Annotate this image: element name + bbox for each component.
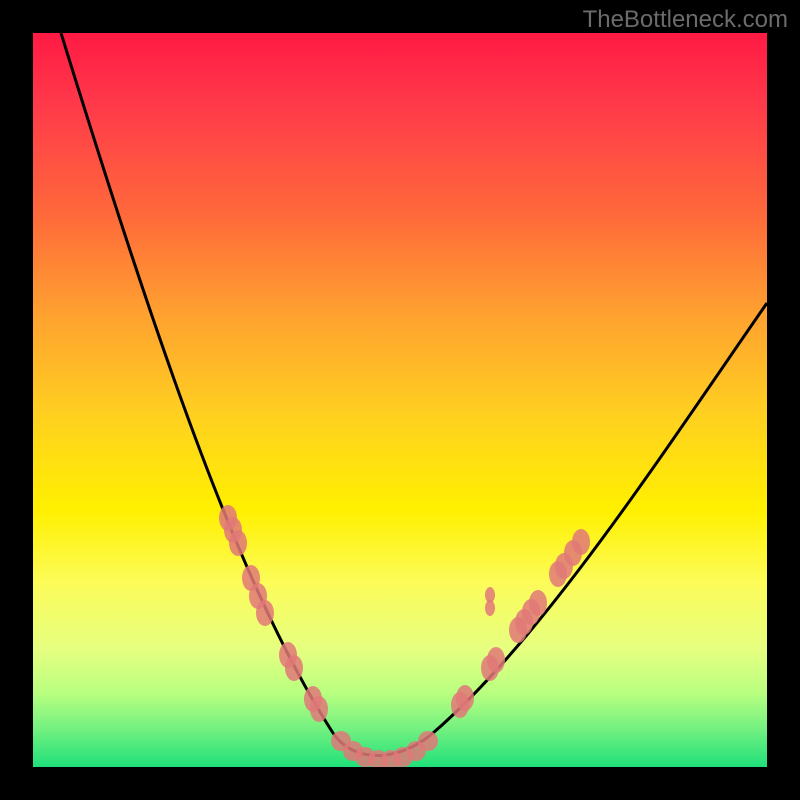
bottleneck-curve-svg (33, 33, 767, 767)
curve-markers-bottom (331, 731, 438, 767)
plot-area (33, 33, 767, 767)
chart-frame: TheBottleneck.com (0, 0, 800, 800)
watermark-text: TheBottleneck.com (583, 6, 788, 34)
curve-markers-left (219, 505, 328, 722)
curve-markers-right (451, 529, 590, 718)
tick-mark-right (485, 587, 495, 616)
bottleneck-curve (61, 33, 767, 756)
